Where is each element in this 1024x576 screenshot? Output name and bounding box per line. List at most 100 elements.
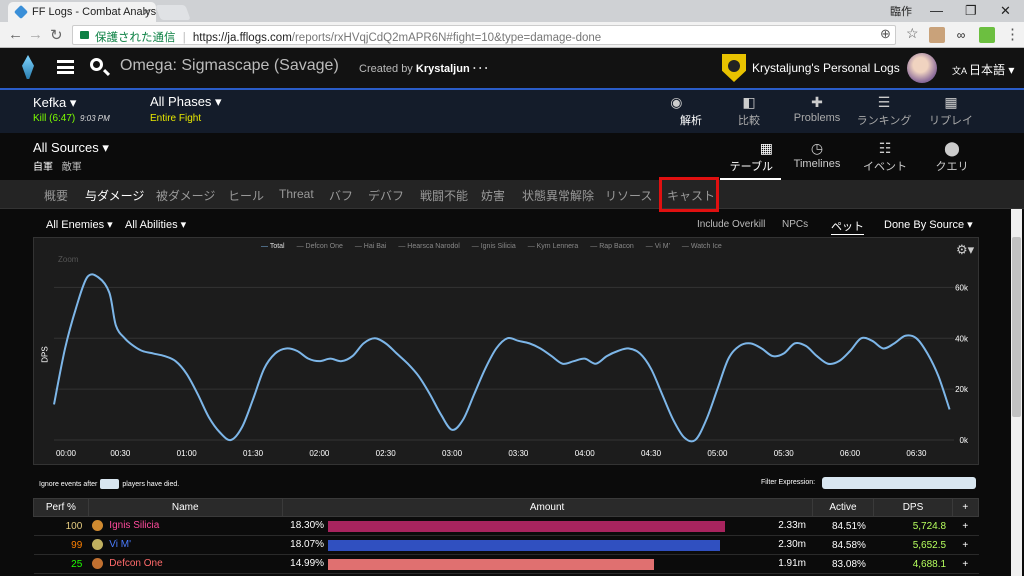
enemies-option[interactable]: 敵軍 — [62, 162, 82, 173]
x-tick-label: 01:30 — [243, 449, 264, 458]
header-dps[interactable]: DPS — [873, 498, 953, 517]
dps-chart[interactable]: Total Defcon One Hai Bai Hearsca Narodol… — [33, 237, 979, 465]
forward-icon[interactable]: → — [28, 26, 43, 43]
header-active[interactable]: Active — [811, 498, 875, 517]
zoom-icon[interactable]: ⊕ — [880, 26, 891, 42]
player-name[interactable]: Vi M' — [109, 540, 131, 551]
series-line-total[interactable] — [53, 273, 951, 443]
tab-buffs[interactable]: バフ — [329, 187, 353, 204]
nav-problems[interactable]: ✚ Problems — [784, 90, 850, 135]
name-cell[interactable]: Ignis Silicia — [88, 516, 283, 536]
nav-analysis[interactable]: ◉ 解析 — [649, 90, 710, 135]
ability-filter[interactable]: All Abilities ▾ — [125, 218, 186, 231]
extension-icon[interactable] — [929, 27, 945, 43]
tab-resources[interactable]: リソース — [605, 187, 652, 204]
table-header-row: Perf % Name Amount Active DPS + — [33, 498, 980, 517]
maximize-icon[interactable]: ❐ — [965, 3, 977, 19]
x-tick-label: 03:30 — [508, 449, 529, 458]
nav-rankings[interactable]: ☰ ランキング — [851, 90, 917, 135]
amount-bar — [328, 540, 721, 551]
guild-shield-icon[interactable] — [722, 54, 746, 82]
header-add[interactable]: + — [951, 498, 980, 517]
translate-icon: 文A — [952, 66, 968, 76]
minimize-icon[interactable]: — — [930, 3, 943, 18]
expand-row-button[interactable]: + — [952, 535, 979, 555]
tab-healing[interactable]: ヒール — [228, 187, 264, 204]
header-perf[interactable]: Perf % — [33, 498, 89, 517]
x-tick-label: 02:30 — [376, 449, 397, 458]
close-window-icon[interactable]: ✕ — [1000, 3, 1011, 19]
menu-icon[interactable] — [57, 60, 74, 74]
avatar[interactable] — [907, 53, 937, 83]
fflogs-logo[interactable] — [22, 55, 34, 79]
job-icon — [92, 558, 104, 570]
url-path: /reports/rxHVqjCdQ2mAPR6N#fight=10&type=… — [291, 32, 602, 44]
tab-interrupts[interactable]: 妨害 — [481, 187, 505, 204]
pets-toggle[interactable]: ペット — [831, 218, 864, 235]
boss-selector[interactable]: Kefka ▾ — [33, 95, 76, 111]
table-row[interactable]: 99 Vi M' 18.07% 2.30m 84.58% 5,652.5 + — [33, 535, 979, 555]
view-table[interactable]: ▦ テーブル — [720, 133, 781, 180]
header-name[interactable]: Name — [87, 498, 283, 517]
bookmark-star-icon[interactable]: ☆ — [906, 25, 919, 42]
browser-tab[interactable]: FF Logs - Combat Analys × — [8, 2, 156, 22]
new-tab-button[interactable] — [155, 5, 191, 20]
created-by-user[interactable]: Krystaljun ᐧ ᐧ ᐧ — [416, 63, 487, 75]
close-tab-icon[interactable]: × — [143, 5, 150, 19]
friendly-option[interactable]: 自軍 — [33, 162, 53, 173]
url-host: https://ja.fflogs.com — [192, 32, 292, 44]
reload-icon[interactable]: ↻ — [50, 26, 63, 44]
amount-cell: 18.30% 2.33m — [282, 516, 812, 536]
search-icon[interactable] — [90, 58, 103, 71]
expand-row-button[interactable]: + — [952, 554, 979, 574]
extension-green-icon[interactable] — [979, 27, 995, 43]
back-icon[interactable]: ← — [8, 26, 23, 43]
nav-problems-label: Problems — [793, 112, 841, 124]
page-scrollbar[interactable] — [1012, 237, 1021, 417]
table-row[interactable]: 25 Defcon One 14.99% 1.91m 83.08% 4,688.1 + — [33, 554, 979, 574]
nav-replay[interactable]: ▦ リプレイ — [918, 90, 984, 135]
done-by-selector[interactable]: Done By Source ▾ — [884, 218, 973, 231]
name-cell[interactable]: Defcon One — [88, 554, 283, 574]
header-amount[interactable]: Amount — [281, 498, 813, 517]
view-timelines[interactable]: ◷ Timelines — [787, 133, 847, 180]
replay-icon: ▦ — [944, 94, 958, 110]
language-selector[interactable]: 文A 日本語 ▾ — [952, 61, 1014, 78]
dps-cell: 4,688.1 — [873, 554, 953, 574]
active-cell: 84.58% — [812, 535, 874, 555]
chrome-menu-icon[interactable]: ⋮ — [1005, 25, 1020, 43]
nav-compare[interactable]: ◧ 比較 — [716, 90, 782, 135]
content-tabs: 概要 与ダメージ 被ダメージ ヒール Threat バフ デバフ 戦闘不能 妨害… — [0, 180, 1024, 209]
list-icon: ☷ — [878, 140, 892, 156]
table-row[interactable]: 100 Ignis Silicia 18.30% 2.33m 84.51% 5,724.8… — [33, 516, 979, 536]
tab-damage-done[interactable]: 与ダメージ — [85, 187, 146, 204]
tab-deaths[interactable]: 戦闘不能 — [420, 187, 468, 204]
tab-summary[interactable]: 概要 — [44, 187, 68, 204]
enemy-filter[interactable]: All Enemies ▾ — [46, 218, 113, 231]
player-name[interactable]: Defcon One — [109, 559, 162, 570]
filter-expression-input[interactable] — [822, 477, 976, 489]
player-name[interactable]: Ignis Silicia — [109, 521, 159, 532]
ignore-deaths-input[interactable] — [100, 479, 120, 489]
tab-dispels[interactable]: 状態異常解除 — [522, 187, 594, 204]
tab-damage-taken[interactable]: 被ダメージ — [156, 187, 215, 204]
name-cell[interactable]: Vi M' — [88, 535, 283, 555]
personal-logs-link[interactable]: Krystaljung's Personal Logs — [752, 61, 900, 75]
report-header: Kefka ▾ Kill (6:47) 9:03 PM All Phases ▾… — [0, 88, 1024, 135]
tab-threat[interactable]: Threat — [279, 187, 314, 201]
source-selector[interactable]: All Sources ▾ — [33, 140, 109, 156]
include-overkill-toggle[interactable]: Include Overkill — [697, 219, 765, 230]
npcs-toggle[interactable]: NPCs — [782, 219, 808, 230]
ignore-events-option: Ignore events after players have died. — [39, 479, 179, 489]
view-query[interactable]: ⬤ クエリ — [922, 133, 982, 180]
expand-row-button[interactable]: + — [952, 516, 979, 536]
profile-badge[interactable]: 臨作 — [890, 3, 912, 19]
view-events[interactable]: ☷ イベント — [855, 133, 915, 180]
glasses-extension-icon[interactable]: ∞ — [953, 27, 969, 43]
tab-debuffs[interactable]: デバフ — [368, 187, 404, 204]
rankings-icon: ☰ — [877, 94, 891, 110]
ignore-events-label: Ignore events after — [39, 480, 98, 488]
url-field[interactable]: 保護された通信 | https://ja.fflogs.com/reports/… — [72, 25, 896, 45]
chart-plot-area: 0k 20k 40k 60k 00:00 00:30 01:00 01:30 02:00 02:3… — [53, 273, 969, 458]
phase-selector[interactable]: All Phases ▾ — [150, 94, 222, 110]
